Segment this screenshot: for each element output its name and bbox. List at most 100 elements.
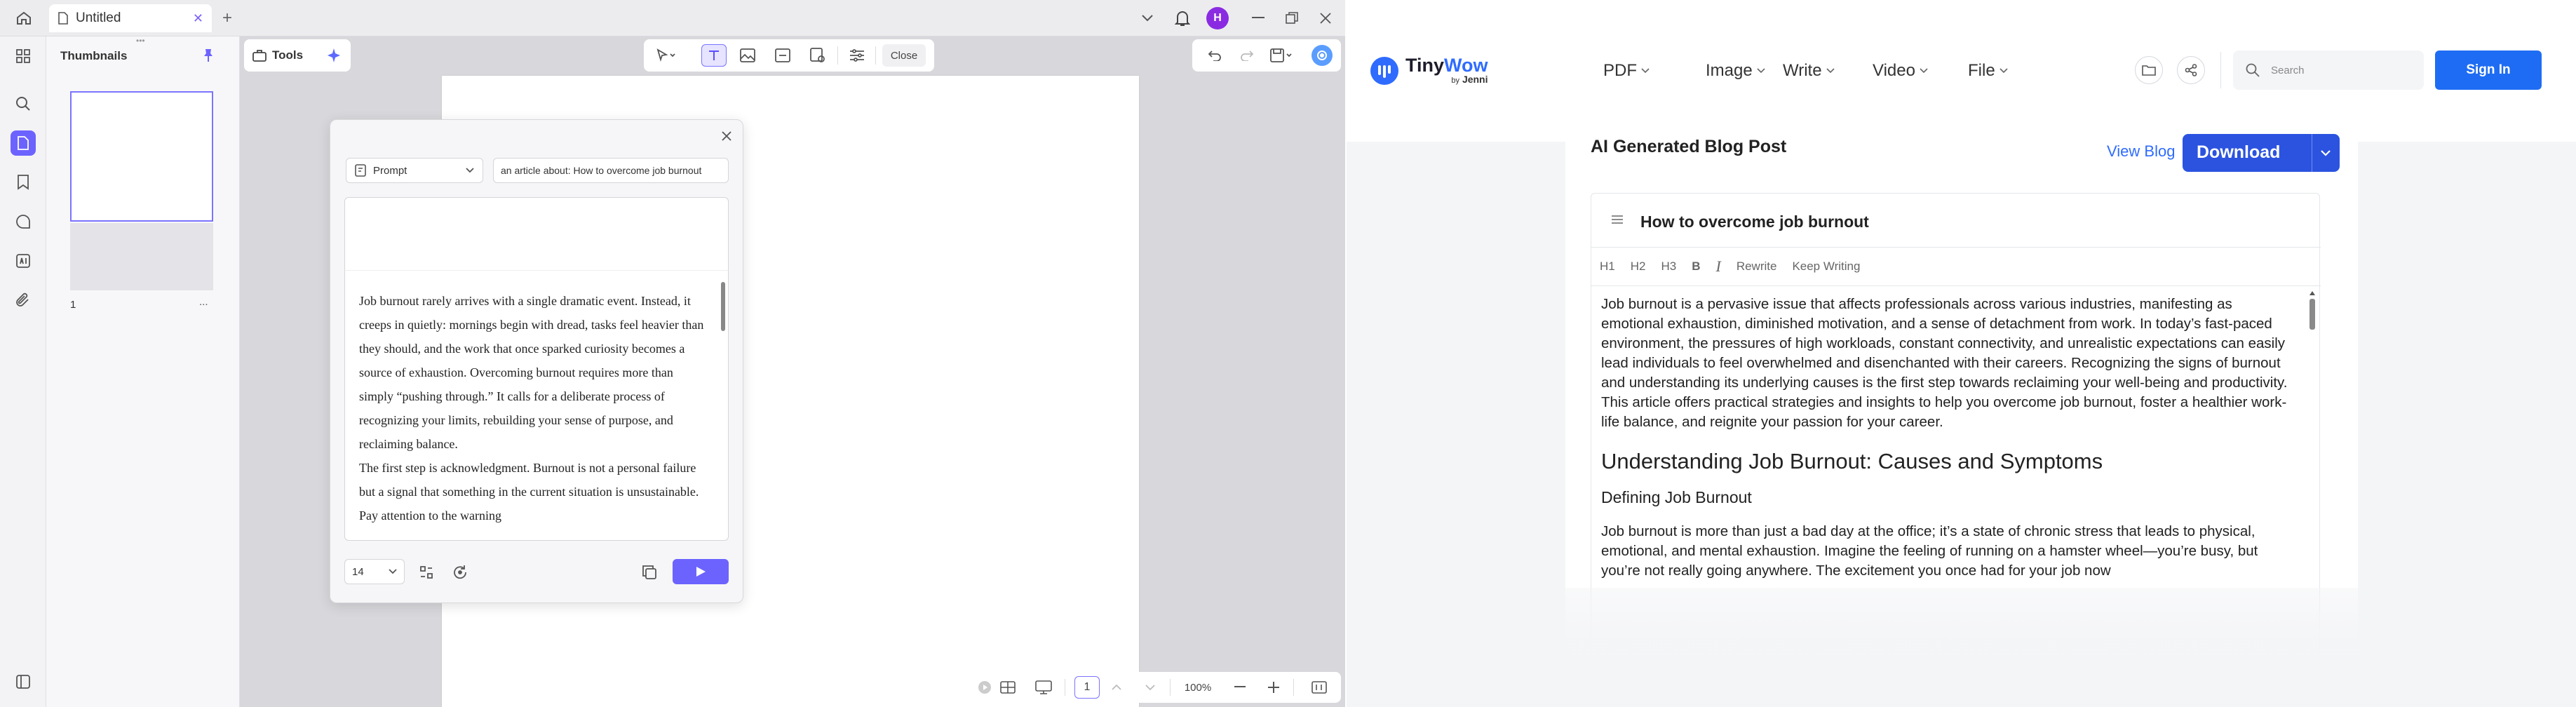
chevron-down-icon[interactable] <box>2316 144 2335 161</box>
download-label: Download <box>2197 142 2281 162</box>
text-tool-icon[interactable] <box>701 44 727 67</box>
page-number-input[interactable]: 1 <box>1074 676 1100 699</box>
ai-icon[interactable] <box>11 248 36 274</box>
search-input[interactable]: Search <box>2233 50 2424 90</box>
play-slideshow-icon[interactable] <box>976 679 993 696</box>
select-tool-icon[interactable] <box>652 46 680 65</box>
chevron-down-icon <box>1641 68 1650 74</box>
italic-button[interactable]: I <box>1715 257 1720 276</box>
minimize-icon[interactable] <box>1248 8 1268 28</box>
apps-icon[interactable] <box>11 43 36 69</box>
scrollbar-thumb[interactable] <box>721 282 725 331</box>
section-heading: Understanding Job Burnout: Causes and Sy… <box>1601 449 2103 473</box>
logo[interactable]: TinyWow by Jenni <box>1370 56 1488 86</box>
logo-icon <box>1370 57 1398 85</box>
editor-toolbar: H1 H2 H3 B I Rewrite Keep Writing <box>1591 247 2321 286</box>
prompt-text-area[interactable] <box>344 197 729 270</box>
folder-icon[interactable] <box>2135 56 2163 84</box>
shorten-icon[interactable] <box>416 562 437 583</box>
presentation-icon[interactable] <box>1034 679 1053 696</box>
divider <box>837 46 838 65</box>
attachment-icon[interactable] <box>11 288 36 313</box>
tinywow-browser-page: TinyWow by Jenni PDF Image Write Video F… <box>1347 0 2576 707</box>
prompt-input[interactable]: an article about: How to overcome job bu… <box>493 158 729 183</box>
copy-icon[interactable] <box>639 562 660 583</box>
h2-button[interactable]: H2 <box>1631 260 1646 274</box>
brand-by: by <box>1451 76 1460 85</box>
save-icon[interactable] <box>1268 46 1296 65</box>
ai-assistant-icon[interactable] <box>1311 45 1333 66</box>
avatar[interactable]: H <box>1206 7 1229 29</box>
settings-sliders-icon[interactable] <box>847 46 867 65</box>
bookmark-icon[interactable] <box>11 170 36 195</box>
redo-icon[interactable] <box>1237 46 1257 65</box>
document-tab[interactable]: Untitled ✕ <box>49 4 212 32</box>
thumbnail-more-icon[interactable]: ... <box>199 296 208 308</box>
comment-icon[interactable] <box>11 209 36 234</box>
next-page-icon[interactable] <box>1142 679 1159 696</box>
notification-icon[interactable] <box>1171 7 1194 29</box>
editor-content[interactable]: Job burnout is a pervasive issue that af… <box>1601 295 2295 581</box>
rewrite-button[interactable]: Rewrite <box>1737 260 1777 274</box>
shape-tool-icon[interactable] <box>808 46 828 65</box>
brand-name-part2: Wow <box>1444 55 1488 76</box>
nav-pdf[interactable]: PDF <box>1603 61 1650 81</box>
tools-label: Tools <box>272 48 304 62</box>
close-button[interactable]: Close <box>882 44 926 67</box>
sparkle-icon[interactable] <box>325 47 342 64</box>
tools-button[interactable]: Tools <box>244 39 351 72</box>
bottom-toolbar: 1 100% <box>971 672 1341 703</box>
image-tool-icon[interactable] <box>738 46 757 65</box>
prev-page-icon[interactable] <box>1108 679 1125 696</box>
undo-icon[interactable] <box>1205 46 1225 65</box>
h1-button[interactable]: H1 <box>1600 260 1615 274</box>
body-paragraph: Job burnout is more than just a bad day … <box>1601 523 2258 579</box>
fit-page-icon[interactable] <box>1310 679 1328 696</box>
close-tab-icon[interactable]: ✕ <box>193 11 203 26</box>
page-thumbnail[interactable] <box>70 91 213 222</box>
sidebar-toggle-icon[interactable] <box>11 669 36 694</box>
nav-write[interactable]: Write <box>1783 61 1835 81</box>
download-button[interactable]: Download <box>2183 134 2340 172</box>
keep-writing-button[interactable]: Keep Writing <box>1792 260 1860 274</box>
divider <box>1170 679 1171 696</box>
search-icon[interactable] <box>11 91 36 116</box>
nav-file[interactable]: File <box>1968 61 2008 81</box>
pin-icon[interactable] <box>199 46 217 65</box>
edit-toolbar: Close <box>644 39 934 72</box>
close-dialog-icon[interactable] <box>717 127 736 145</box>
zoom-out-icon[interactable] <box>1232 679 1248 696</box>
font-size-select[interactable]: 14 <box>344 559 405 584</box>
sign-in-button[interactable]: Sign In <box>2435 50 2542 90</box>
menu-icon[interactable] <box>1611 215 1624 224</box>
prompt-icon <box>355 164 367 177</box>
send-button[interactable] <box>673 559 729 584</box>
share-icon[interactable] <box>2177 56 2205 84</box>
page-thumbnail-shadow <box>70 223 213 290</box>
mode-select[interactable]: Prompt <box>346 158 483 183</box>
page-layout-icon[interactable] <box>999 679 1017 696</box>
scrollbar-thumb[interactable] <box>2309 299 2315 330</box>
drag-handle-icon[interactable]: ••• <box>136 36 151 45</box>
restore-icon[interactable] <box>1282 8 1302 28</box>
scroll-up-icon[interactable] <box>2309 290 2316 296</box>
search-icon <box>2246 63 2260 77</box>
nav-video[interactable]: Video <box>1873 61 1928 81</box>
thumbnail-page-number: 1 <box>70 299 76 311</box>
document-title[interactable]: How to overcome job burnout <box>1640 213 1869 231</box>
thumbnails-icon[interactable] <box>11 130 36 156</box>
h3-button[interactable]: H3 <box>1661 260 1676 274</box>
zoom-value[interactable]: 100% <box>1178 678 1218 697</box>
nav-image[interactable]: Image <box>1706 61 1765 81</box>
nav-label: File <box>1968 61 1995 80</box>
regenerate-icon[interactable] <box>450 562 471 583</box>
zoom-in-icon[interactable] <box>1265 679 1282 696</box>
view-blog-link[interactable]: View Blog <box>2107 142 2175 161</box>
home-icon[interactable] <box>14 8 34 28</box>
chevron-down-icon[interactable] <box>1138 8 1157 28</box>
link-tool-icon[interactable] <box>773 46 793 65</box>
result-text-area[interactable]: Job burnout rarely arrives with a single… <box>344 270 729 541</box>
close-window-icon[interactable] <box>1316 8 1335 28</box>
new-tab-icon[interactable]: + <box>219 8 236 27</box>
bold-button[interactable]: B <box>1692 260 1700 274</box>
